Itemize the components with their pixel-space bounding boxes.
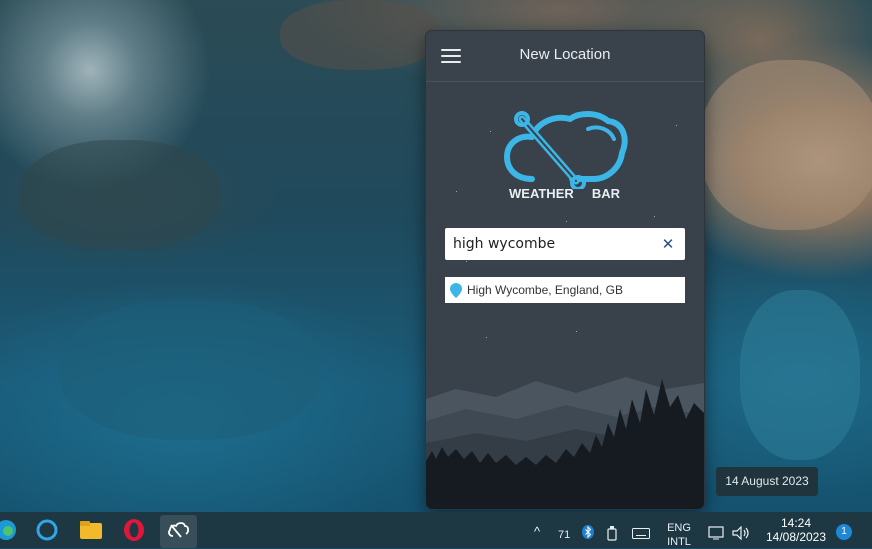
language-layout: INTL	[667, 536, 691, 548]
opera-icon[interactable]	[122, 518, 146, 542]
wallpaper-rock	[60, 300, 320, 440]
network-icon[interactable]	[708, 526, 726, 540]
temperature-readout[interactable]: 71	[558, 529, 570, 541]
logo-word-bar: BAR	[591, 186, 620, 201]
wallpaper-rock	[700, 60, 872, 230]
bluetooth-icon[interactable]	[582, 525, 594, 539]
map-pin-icon	[450, 283, 462, 298]
app-header: New Location	[426, 31, 704, 82]
wallpaper-rock	[20, 140, 220, 250]
mountain-forest-illustration	[426, 377, 704, 509]
taskbar: ^ 71 ENG INTL 14:24 14/08/2023 1	[0, 512, 872, 548]
taskbar-clock[interactable]: 14:24 14/08/2023	[760, 516, 832, 544]
clock-time: 14:24	[780, 516, 812, 530]
keyboard-icon[interactable]	[632, 528, 650, 539]
wallpaper-rock	[740, 290, 860, 460]
weather-bar-icon[interactable]	[166, 518, 190, 542]
clear-search-button[interactable]: ✕	[661, 236, 675, 252]
wallpaper-rock	[280, 0, 440, 70]
input-language[interactable]: ENG INTL	[667, 521, 691, 549]
cortana-icon[interactable]	[35, 518, 59, 542]
logo-word-weather: WEATHER	[509, 186, 574, 201]
weather-bar-logo-icon	[504, 111, 628, 191]
show-hidden-icons-chevron[interactable]: ^	[534, 524, 540, 539]
suggestion-label: High Wycombe, England, GB	[467, 283, 623, 297]
usb-drive-icon[interactable]	[606, 525, 618, 541]
app-title: New Location	[519, 46, 611, 63]
weather-bar-window: New Location WEATHER BAR ✕ High Wycombe,…	[426, 31, 704, 509]
logo-wordmark: WEATHER BAR	[502, 186, 630, 201]
file-explorer-icon[interactable]	[79, 518, 103, 542]
date-tooltip: 14 August 2023	[716, 467, 818, 496]
location-suggestion-item[interactable]: High Wycombe, England, GB	[445, 277, 685, 303]
location-search-box: ✕	[445, 228, 685, 260]
weather-bar-logo: WEATHER BAR	[502, 109, 630, 205]
volume-icon[interactable]	[732, 526, 750, 540]
notification-badge[interactable]: 1	[836, 524, 852, 540]
location-search-input[interactable]	[453, 228, 653, 260]
language-code: ENG	[667, 522, 691, 534]
clock-date: 14/08/2023	[765, 530, 827, 544]
edge-icon[interactable]	[0, 518, 18, 542]
